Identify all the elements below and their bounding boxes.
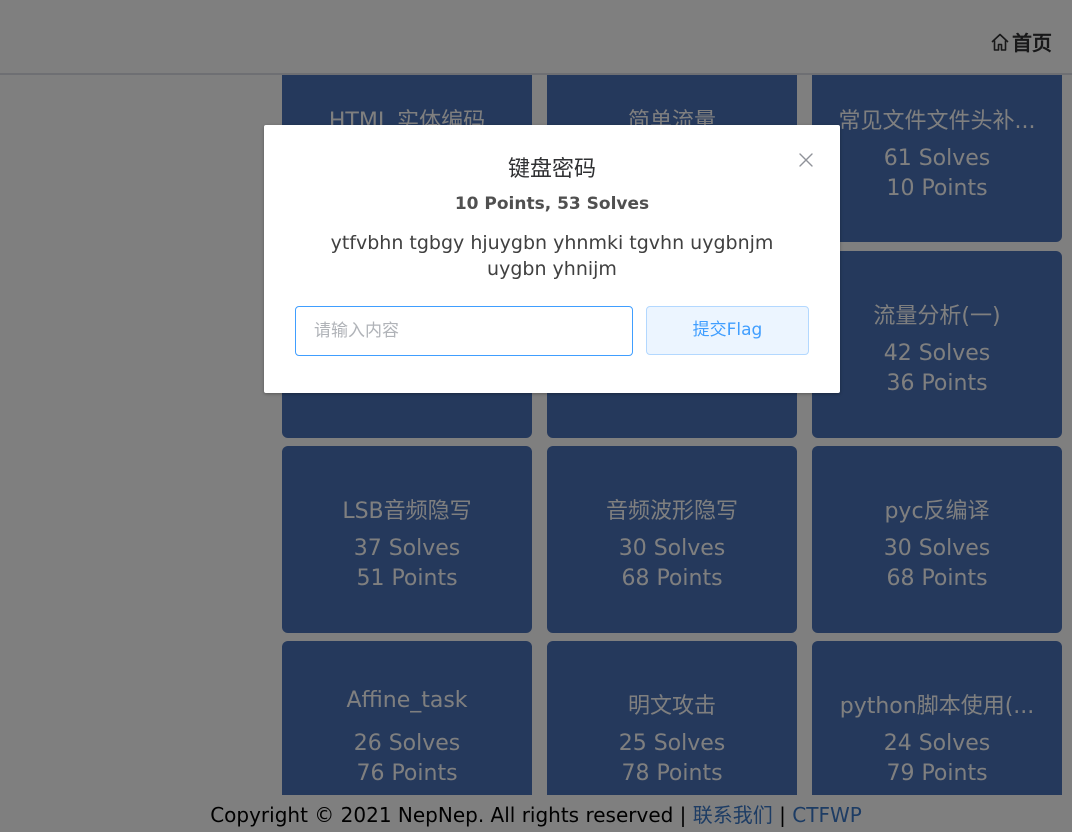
dialog-points-solves: 10 Points, 53 Solves — [454, 194, 650, 214]
challenge-description: ytfvbhn tgbgy hjuygbn yhnmki tgvhn uygbn… — [330, 232, 774, 280]
submit-flag-button[interactable]: 提交Flag — [646, 306, 809, 355]
flag-input[interactable] — [295, 306, 633, 356]
challenge-dialog: 键盘密码 10 Points, 53 Solves ytfvbhn tgbgy … — [264, 125, 840, 393]
close-icon[interactable] — [798, 152, 814, 168]
dialog-title: 键盘密码 — [507, 157, 596, 182]
